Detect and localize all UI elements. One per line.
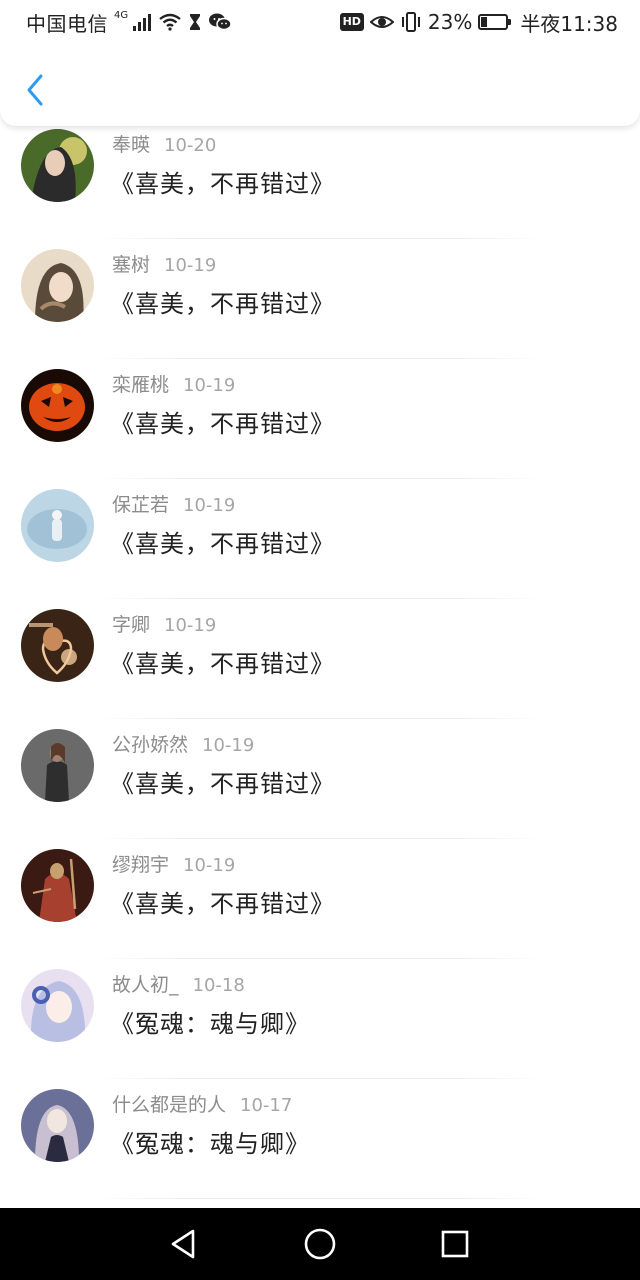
hd-badge: HD: [339, 13, 364, 31]
item-meta: 奉暎 10-20: [112, 130, 216, 157]
author-name: 塞树: [112, 254, 151, 276]
carrier-label: 中国电信: [26, 11, 108, 36]
system-nav-bar: [0, 1208, 640, 1280]
list-item[interactable]: 保芷若 10-19 《喜美，不再错过》: [0, 479, 640, 599]
status-bar: 中国电信 4G HD 23% 半夜11:38: [0, 0, 640, 44]
avatar[interactable]: [21, 129, 94, 202]
back-button[interactable]: [20, 70, 50, 110]
item-title: 《冤魂：魂与卿》: [110, 1010, 310, 1038]
item-title: 《喜美，不再错过》: [110, 770, 335, 798]
list-item[interactable]: [0, 1199, 640, 1208]
status-right: HD 23% 半夜11:38: [339, 8, 618, 37]
post-date: 10-19: [183, 855, 236, 876]
triangle-back-icon: [171, 1229, 195, 1259]
author-name: 什么都是的人: [112, 1094, 227, 1116]
list-item[interactable]: 奉暎 10-20 《喜美，不再错过》: [0, 126, 640, 239]
post-date: 10-17: [240, 1095, 293, 1116]
author-name: 故人初_: [112, 974, 179, 996]
post-date: 10-20: [164, 135, 217, 156]
square-recents-icon: [441, 1230, 469, 1258]
item-title: 《喜美，不再错过》: [110, 170, 335, 198]
author-name: 字卿: [112, 614, 151, 636]
list-item[interactable]: 公孙娇然 10-19 《喜美，不再错过》: [0, 719, 640, 839]
avatar[interactable]: [21, 249, 94, 322]
vibrate-icon: [400, 12, 422, 32]
list-item[interactable]: 栾雁桃 10-19 《喜美，不再错过》: [0, 359, 640, 479]
network-type-label: 4G: [114, 9, 129, 21]
author-name: 栾雁桃: [112, 374, 170, 396]
hourglass-icon: [188, 13, 202, 31]
item-title: 《喜美，不再错过》: [110, 410, 335, 438]
item-meta: 塞树 10-19: [112, 250, 216, 277]
avatar[interactable]: [21, 849, 94, 922]
list-item[interactable]: 故人初_ 10-18 《冤魂：魂与卿》: [0, 959, 640, 1079]
message-list[interactable]: 奉暎 10-20 《喜美，不再错过》 塞树 10-19 《喜美，不再错过》 栾雁…: [0, 126, 640, 1208]
avatar[interactable]: [21, 1089, 94, 1162]
signal-icon: [132, 13, 152, 31]
item-meta: 保芷若 10-19: [112, 490, 235, 517]
item-meta: 公孙娇然 10-19: [112, 730, 254, 757]
item-meta: 故人初_ 10-18: [112, 970, 245, 997]
avatar[interactable]: [21, 969, 94, 1042]
item-title: 《喜美，不再错过》: [110, 890, 335, 918]
circle-home-icon: [304, 1228, 336, 1260]
post-date: 10-19: [164, 615, 217, 636]
item-title: 《冤魂：魂与卿》: [110, 1130, 310, 1158]
author-name: 公孙娇然: [112, 734, 189, 756]
eye-icon: [369, 13, 394, 31]
item-title: 《喜美，不再错过》: [110, 530, 335, 558]
post-date: 10-19: [164, 255, 217, 276]
list-item[interactable]: 什么都是的人 10-17 《冤魂：魂与卿》: [0, 1079, 640, 1199]
chevron-left-icon: [27, 74, 43, 106]
list-item[interactable]: 字卿 10-19 《喜美，不再错过》: [0, 599, 640, 719]
post-date: 10-18: [192, 975, 245, 996]
author-name: 缪翔宇: [112, 854, 170, 876]
app-header: [0, 44, 640, 126]
item-meta: 什么都是的人 10-17: [112, 1090, 292, 1117]
item-meta: 字卿 10-19: [112, 610, 216, 637]
avatar[interactable]: [21, 729, 94, 802]
post-date: 10-19: [202, 735, 255, 756]
list-item[interactable]: 缪翔宇 10-19 《喜美，不再错过》: [0, 839, 640, 959]
avatar[interactable]: [21, 369, 94, 442]
list-item[interactable]: 塞树 10-19 《喜美，不再错过》: [0, 239, 640, 359]
item-meta: 缪翔宇 10-19: [112, 850, 235, 877]
item-title: 《喜美，不再错过》: [110, 290, 335, 318]
item-title: 《喜美，不再错过》: [110, 650, 335, 678]
post-date: 10-19: [183, 375, 236, 396]
post-date: 10-19: [183, 495, 236, 516]
nav-back-button[interactable]: [165, 1226, 201, 1262]
author-name: 奉暎: [112, 134, 151, 156]
battery-percent: 23%: [427, 10, 473, 34]
author-name: 保芷若: [112, 494, 170, 516]
status-left: 中国电信 4G: [26, 8, 232, 37]
screen: 中国电信 4G HD 23% 半夜11:38 奉暎 10-20 《喜美，不再错过…: [0, 0, 640, 1280]
battery-level-fill: [481, 17, 487, 27]
avatar[interactable]: [21, 609, 94, 682]
avatar[interactable]: [21, 489, 94, 562]
wifi-icon: [158, 13, 182, 31]
nav-home-button[interactable]: [302, 1226, 338, 1262]
message-list-track: 奉暎 10-20 《喜美，不再错过》 塞树 10-19 《喜美，不再错过》 栾雁…: [0, 126, 640, 1208]
battery-icon: [478, 14, 512, 30]
item-meta: 栾雁桃 10-19: [112, 370, 235, 397]
wechat-icon: [208, 13, 232, 31]
nav-recents-button[interactable]: [437, 1226, 473, 1262]
clock-label: 半夜11:38: [520, 11, 618, 36]
